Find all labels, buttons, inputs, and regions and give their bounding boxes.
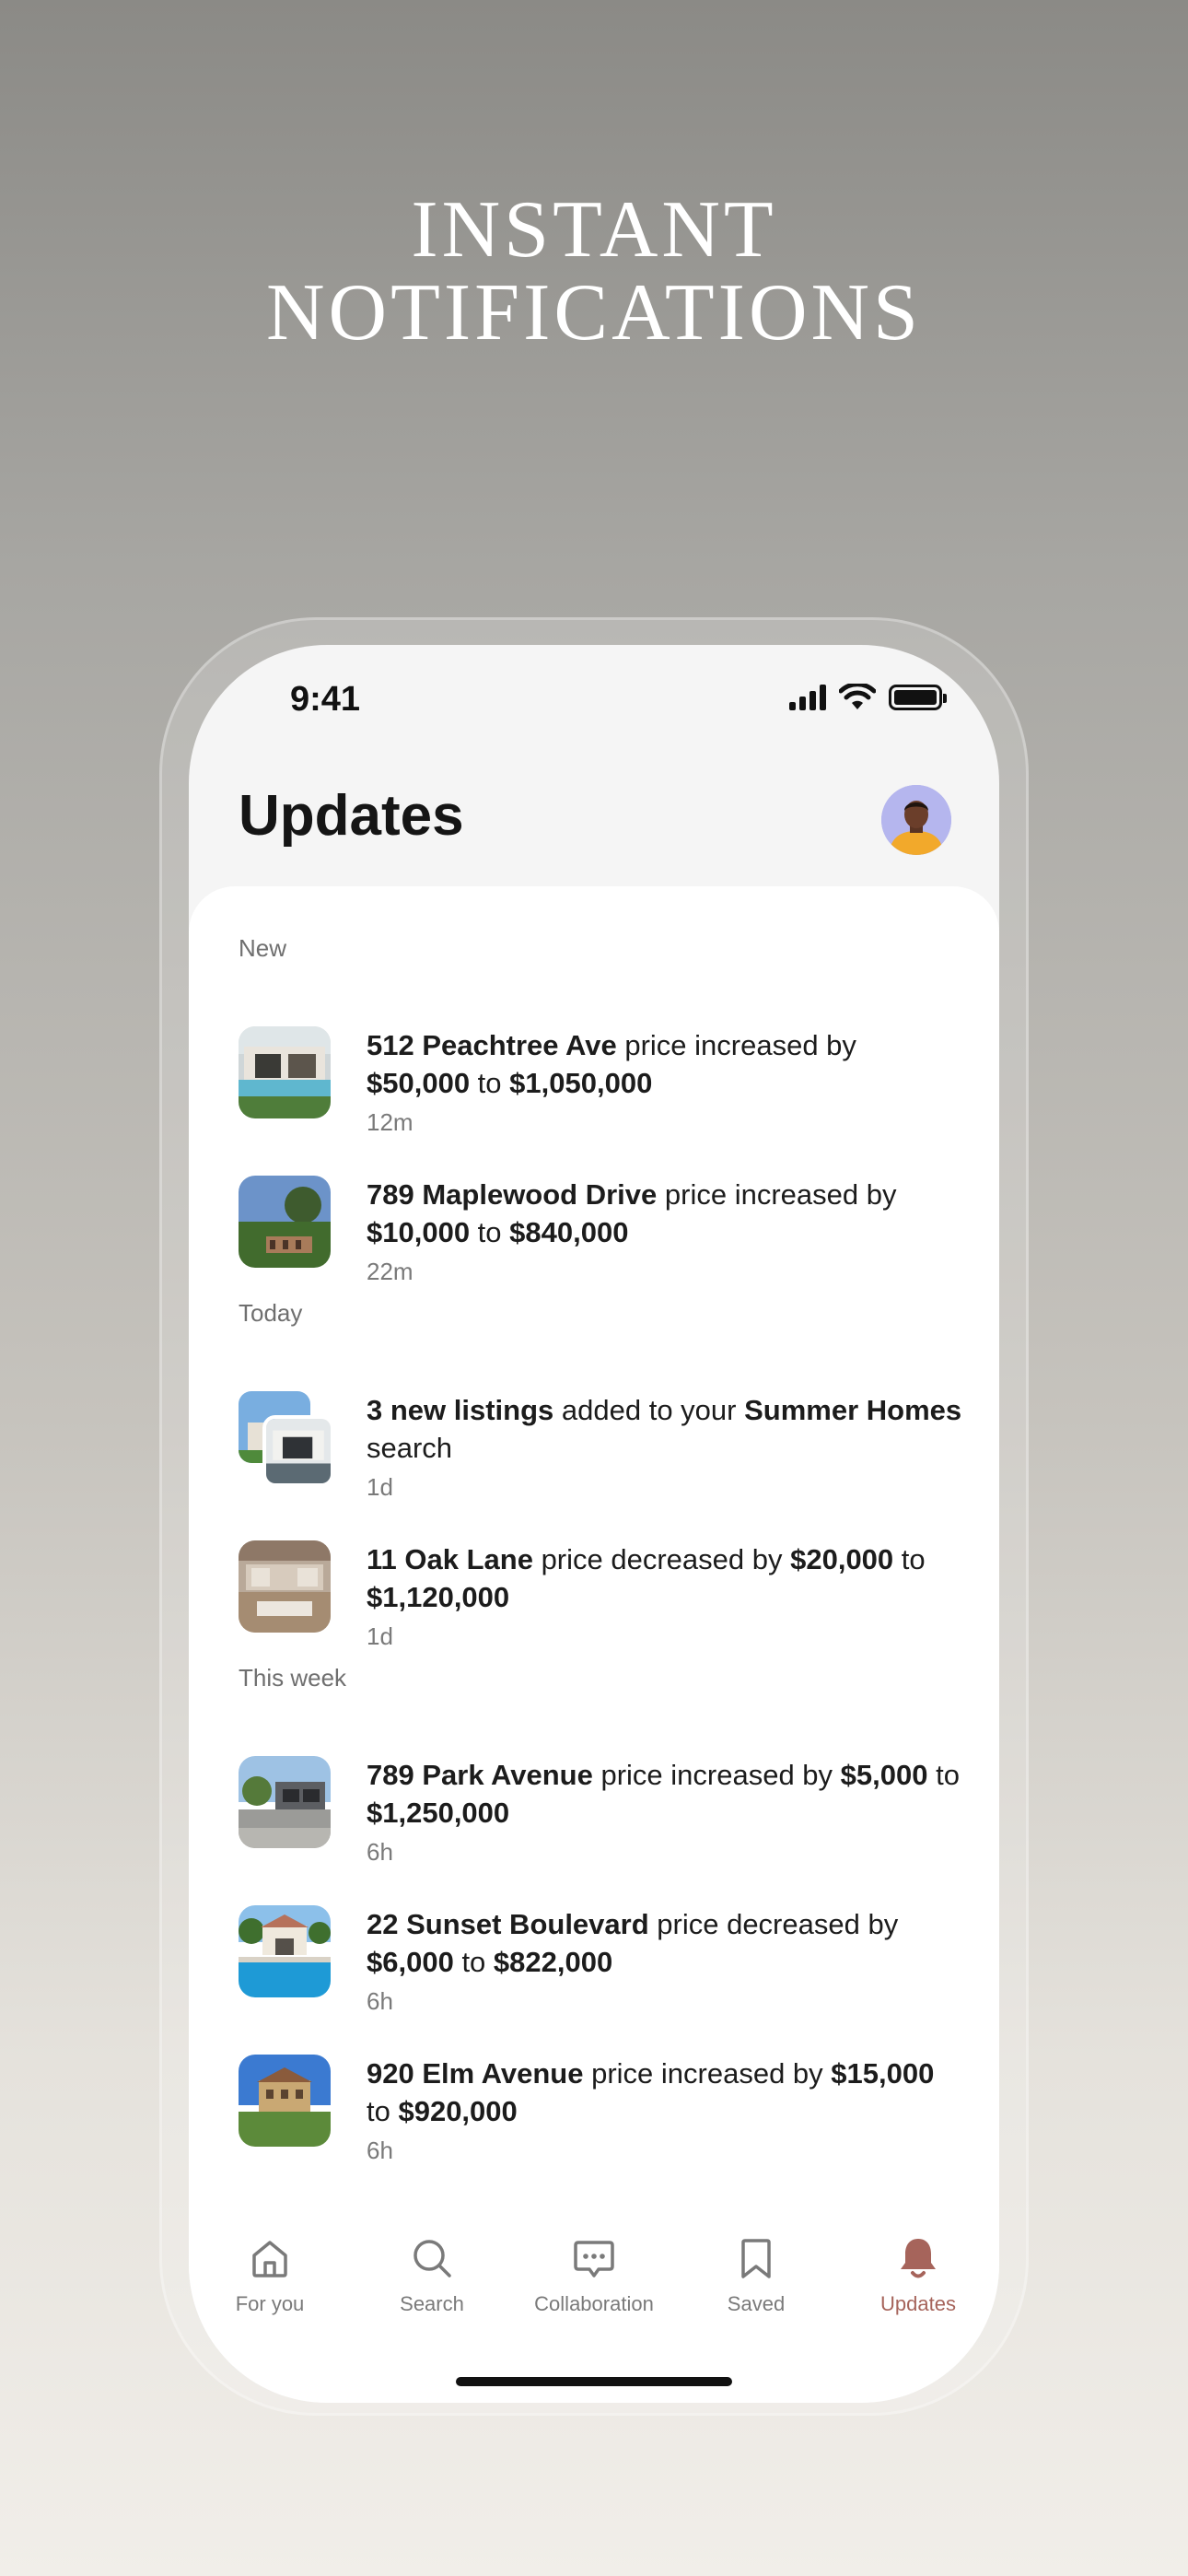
notification-body: price increased by — [583, 2057, 832, 2090]
notification-body: to — [893, 1543, 926, 1575]
bookmark-icon — [741, 2239, 771, 2278]
notification-emphasis: Summer Homes — [744, 1394, 962, 1426]
wifi-icon — [839, 684, 876, 709]
notification-emphasis: 789 Park Avenue — [367, 1759, 593, 1791]
section-label: Today — [239, 1299, 303, 1327]
home-indicator[interactable] — [456, 2377, 732, 2386]
notification-body: to — [927, 1759, 960, 1791]
notification-text: 789 Maplewood Drive price increased by $… — [367, 1176, 962, 1288]
notification-emphasis: 22 Sunset Boulevard — [367, 1908, 649, 1940]
cellular-signal-icon — [789, 685, 826, 710]
phone-screen: 9:41 Updates New 512 Peachtree Ave price … — [189, 645, 999, 2403]
notification-item[interactable]: 11 Oak Lane price decreased by $20,000 t… — [239, 1540, 962, 1669]
headline-line-2: NOTIFICATIONS — [266, 268, 922, 357]
notification-emphasis: 11 Oak Lane — [367, 1543, 533, 1575]
tab-label: For you — [235, 2292, 305, 2315]
listing-thumbnail — [239, 2055, 331, 2147]
notification-body: price increased by — [592, 1759, 841, 1791]
notification-emphasis: 920 Elm Avenue — [367, 2057, 584, 2090]
section-label: This week — [239, 1664, 347, 1692]
notification-emphasis: $10,000 — [367, 1216, 471, 1248]
notification-emphasis: $1,120,000 — [367, 1581, 510, 1613]
tab-label: Updates — [880, 2292, 956, 2315]
status-icons — [789, 684, 947, 711]
notification-emphasis: $15,000 — [831, 2057, 935, 2090]
notification-body: price increased by — [657, 1178, 897, 1211]
notification-item[interactable]: 789 Park Avenue price increased by $5,00… — [239, 1756, 962, 1885]
notification-emphasis: $920,000 — [398, 2095, 518, 2127]
notification-body: to — [453, 1946, 494, 1978]
notification-text: 22 Sunset Boulevard price decreased by $… — [367, 1905, 962, 2018]
notification-time: 6h — [367, 1838, 393, 1866]
notification-emphasis: 3 new listings — [367, 1394, 554, 1426]
notification-text: 789 Park Avenue price increased by $5,00… — [367, 1756, 962, 1868]
notification-body: to — [367, 2095, 399, 2127]
battery-icon — [889, 685, 947, 710]
headline: INSTANT NOTIFICATIONS — [0, 189, 1188, 355]
notification-time: 22m — [367, 1258, 413, 1285]
notification-time: 6h — [367, 2137, 393, 2164]
listing-thumbnail — [239, 1026, 331, 1118]
notification-emphasis: $50,000 — [367, 1067, 471, 1099]
notification-body: to — [470, 1067, 510, 1099]
notification-emphasis: $840,000 — [509, 1216, 629, 1248]
notification-emphasis: $6,000 — [367, 1946, 454, 1978]
notification-body: price increased by — [616, 1029, 856, 1061]
notification-time: 6h — [367, 1987, 393, 2015]
tab-updates[interactable]: Updates — [837, 2230, 999, 2340]
notification-emphasis: 789 Maplewood Drive — [367, 1178, 658, 1211]
notification-item[interactable]: 512 Peachtree Ave price increased by $50… — [239, 1026, 962, 1155]
status-bar: 9:41 — [189, 645, 999, 765]
listing-thumbnail — [239, 1176, 331, 1268]
notification-time: 12m — [367, 1108, 413, 1136]
notification-emphasis: $5,000 — [840, 1759, 928, 1791]
tab-saved[interactable]: Saved — [675, 2230, 837, 2340]
notification-emphasis: $1,050,000 — [509, 1067, 653, 1099]
avatar[interactable] — [881, 785, 951, 855]
notification-emphasis: 512 Peachtree Ave — [367, 1029, 617, 1061]
listing-thumbnail — [239, 1905, 331, 1997]
listing-thumbnail — [262, 1415, 334, 1487]
listing-thumbnail — [239, 1540, 331, 1633]
section-label: New — [239, 934, 287, 962]
notification-emphasis: $1,250,000 — [367, 1797, 510, 1829]
notification-item[interactable]: 920 Elm Avenue price increased by $15,00… — [239, 2055, 962, 2184]
notification-item[interactable]: 789 Maplewood Drive price increased by $… — [239, 1176, 962, 1305]
notification-body: price decreased by — [532, 1543, 791, 1575]
tab-label: Saved — [727, 2292, 786, 2315]
status-time: 9:41 — [290, 680, 361, 719]
notification-text: 3 new listings added to your Summer Home… — [367, 1391, 962, 1504]
notification-text: 920 Elm Avenue price increased by $15,00… — [367, 2055, 962, 2167]
notification-body: search — [367, 1432, 453, 1464]
home-icon — [252, 2241, 287, 2277]
notification-emphasis: $20,000 — [790, 1543, 894, 1575]
search-icon — [413, 2240, 451, 2277]
listing-thumbnail — [239, 1756, 331, 1848]
notification-item[interactable]: 22 Sunset Boulevard price decreased by $… — [239, 1905, 962, 2034]
updates-list: New 512 Peachtree Ave price increased by … — [189, 886, 999, 2403]
chat-icon — [574, 2241, 614, 2277]
notification-body: price decreased by — [648, 1908, 899, 1940]
notification-body: to — [470, 1216, 510, 1248]
page-title: Updates — [239, 784, 464, 848]
tab-label: Collaboration — [534, 2292, 654, 2315]
notification-time: 1d — [367, 1622, 393, 1650]
bell-icon — [901, 2239, 936, 2278]
notification-item[interactable]: 3 new listings added to your Summer Home… — [239, 1391, 962, 1520]
notification-text: 11 Oak Lane price decreased by $20,000 t… — [367, 1540, 962, 1653]
headline-line-1: INSTANT — [411, 185, 777, 275]
tab-bar: For you Search Collaboration Saved Updat… — [189, 2230, 999, 2340]
tab-collaboration[interactable]: Collaboration — [513, 2230, 675, 2340]
listing-thumbnail-stack — [239, 1391, 334, 1487]
tab-for-you[interactable]: For you — [189, 2230, 351, 2340]
tab-search[interactable]: Search — [351, 2230, 513, 2340]
notification-text: 512 Peachtree Ave price increased by $50… — [367, 1026, 962, 1139]
notification-emphasis: $822,000 — [493, 1946, 613, 1978]
notification-time: 1d — [367, 1473, 393, 1501]
notification-body: added to your — [553, 1394, 745, 1426]
tab-label: Search — [400, 2292, 464, 2315]
